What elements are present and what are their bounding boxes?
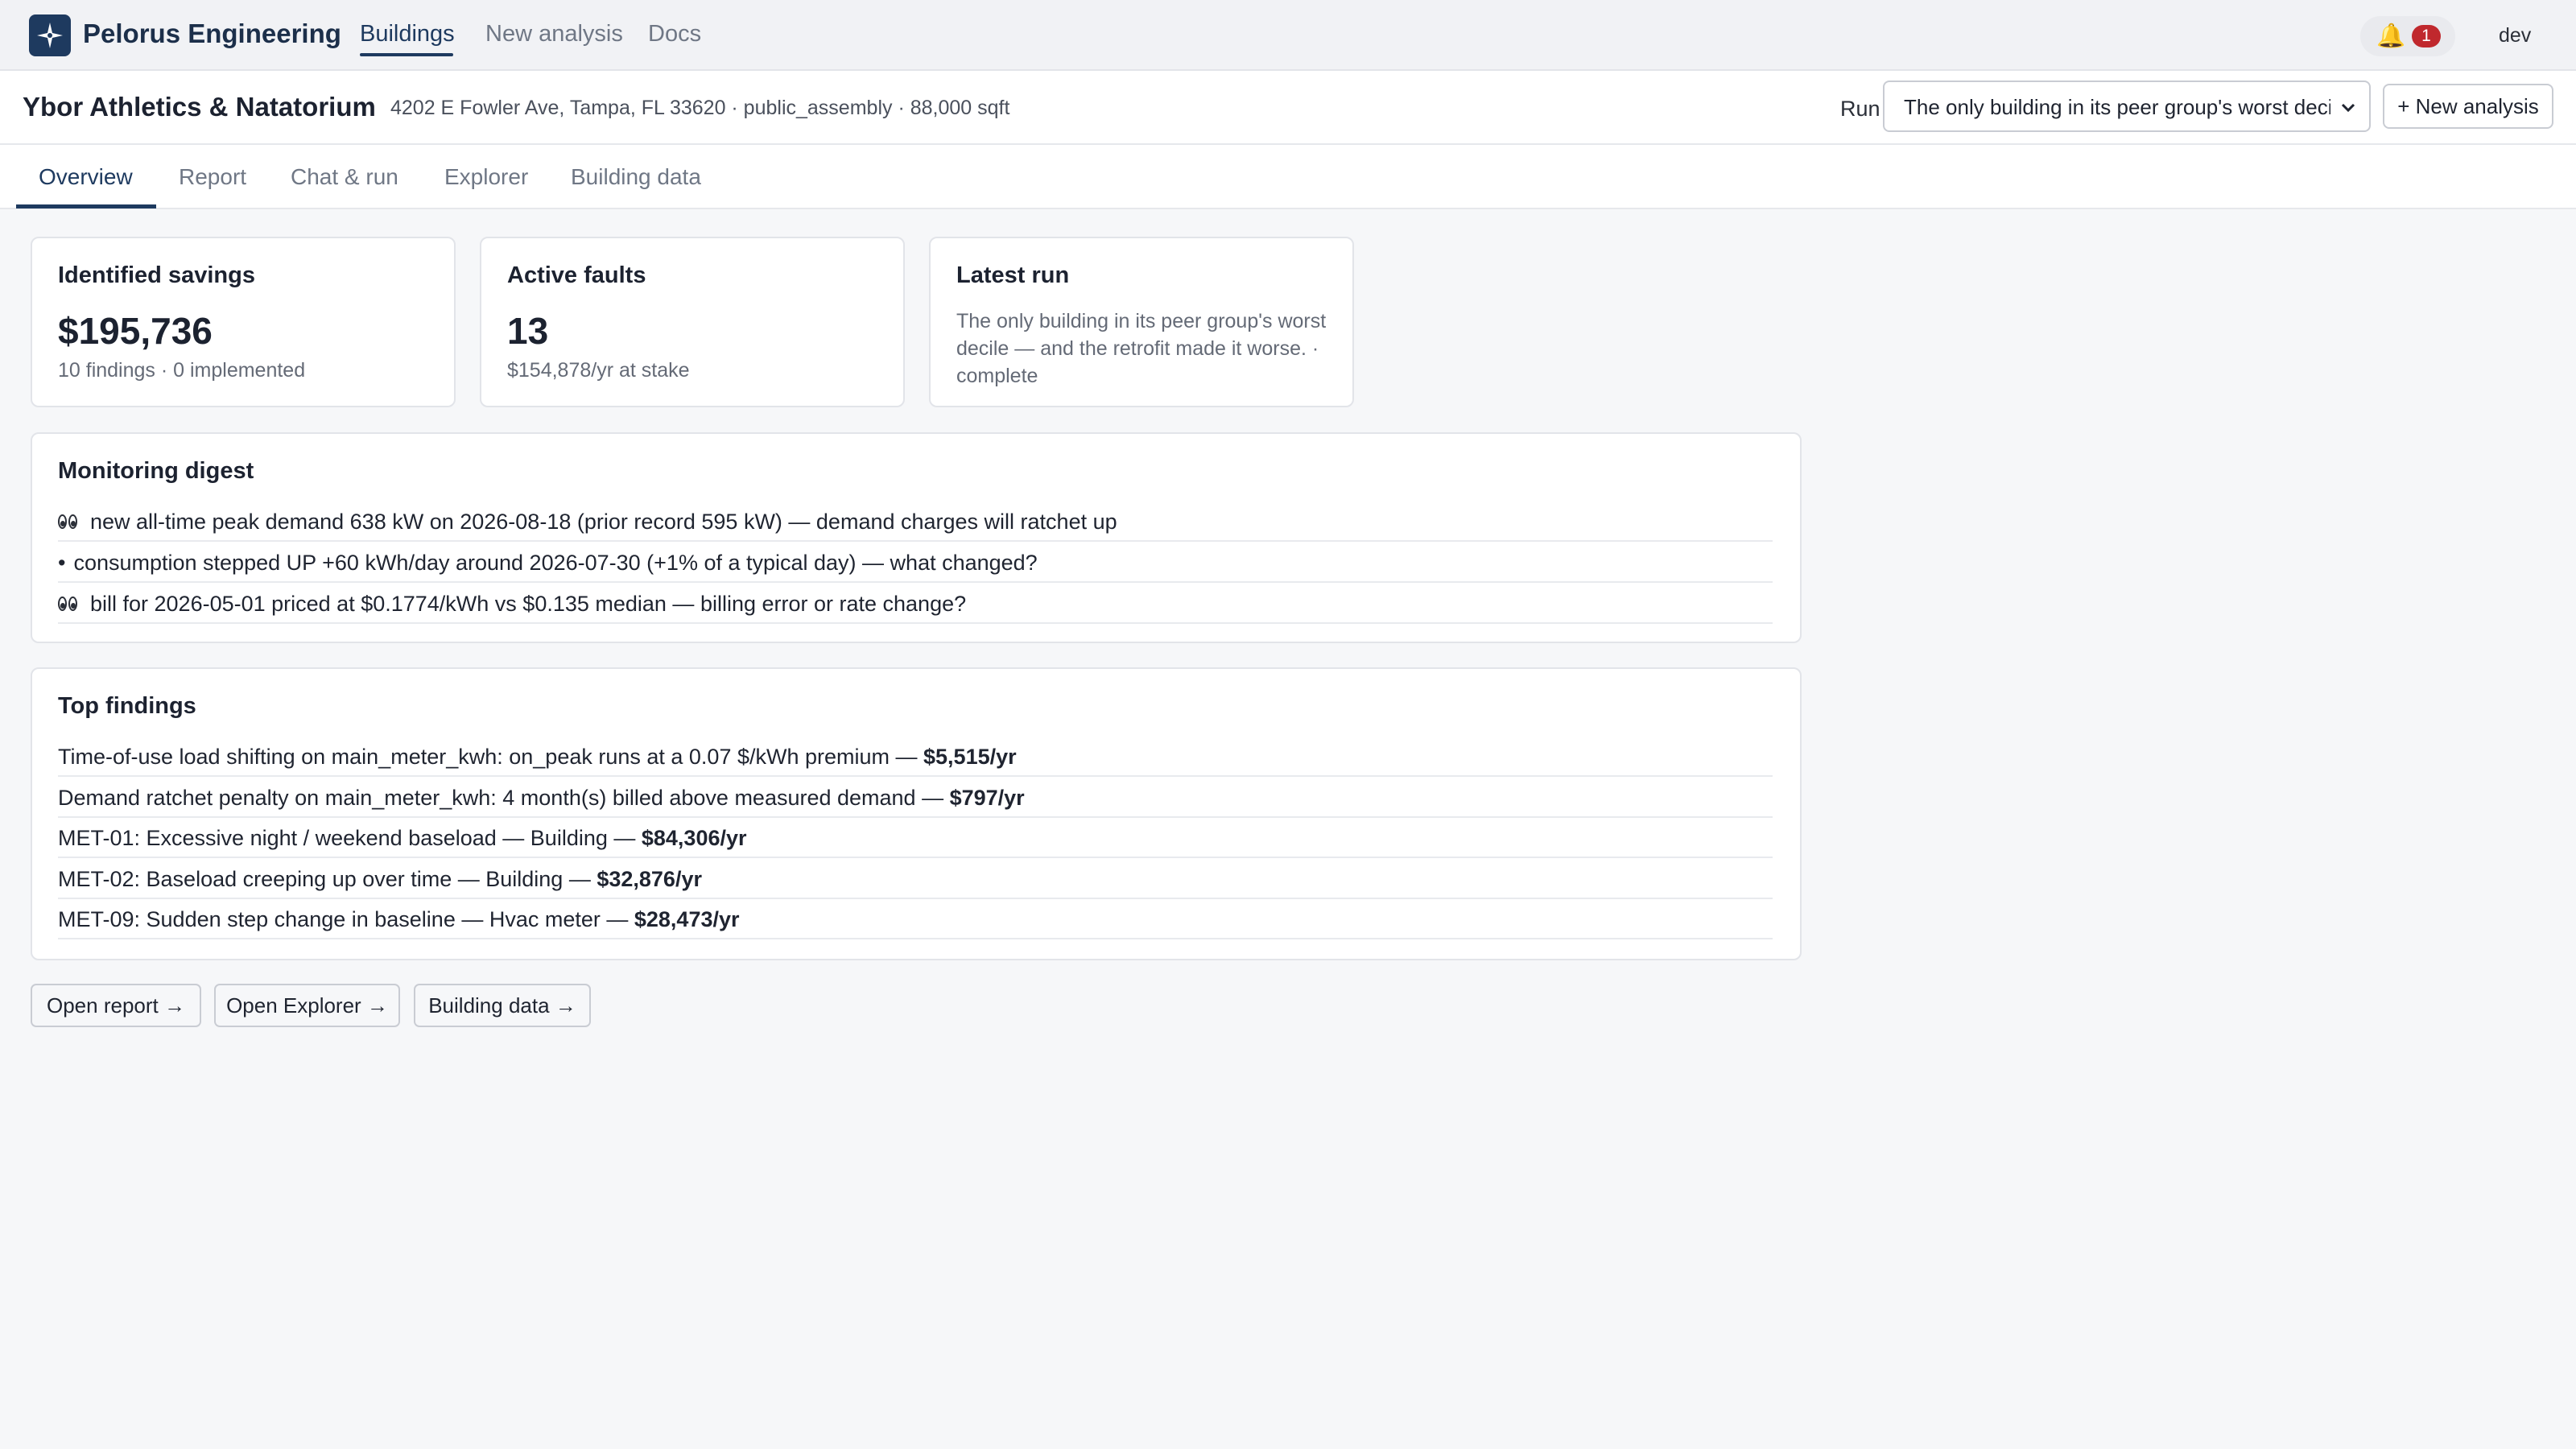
building-data-button[interactable]: Building data → xyxy=(414,984,591,1027)
nav-buildings[interactable]: Buildings xyxy=(360,21,455,47)
run-label: Run xyxy=(1840,97,1880,121)
bell-icon: 🔔 xyxy=(2376,23,2406,49)
finding-text: MET-01: Excessive night / weekend baselo… xyxy=(58,826,642,850)
savings-value: $195,736 xyxy=(58,310,213,352)
finding-amount: $28,473/yr xyxy=(634,907,740,931)
new-analysis-button[interactable]: + New analysis xyxy=(2383,84,2553,129)
notifications-button[interactable]: 🔔 1 xyxy=(2360,16,2455,56)
finding-item[interactable]: MET-09: Sudden step change in baseline —… xyxy=(58,899,1773,939)
tab-overview[interactable]: Overview xyxy=(39,164,133,190)
tab-building-data[interactable]: Building data xyxy=(571,164,701,190)
nav-docs[interactable]: Docs xyxy=(648,21,701,47)
monitoring-digest-panel: Monitoring digest new all-time peak dema… xyxy=(31,432,1802,643)
digest-item: bill for 2026-05-01 priced at $0.1774/kW… xyxy=(58,584,1773,624)
finding-item[interactable]: MET-01: Excessive night / weekend baselo… xyxy=(58,818,1773,858)
digest-item: new all-time peak demand 638 kW on 2026-… xyxy=(58,502,1773,542)
faults-card: Active faults 13 $154,878/yr at stake xyxy=(480,237,905,407)
latest-run-card: Latest run The only building in its peer… xyxy=(929,237,1354,407)
user-menu[interactable]: dev xyxy=(2499,24,2531,47)
digest-item-text: new all-time peak demand 638 kW on 2026-… xyxy=(90,510,1117,534)
run-select-value: The only building in its peer group's wo… xyxy=(1904,95,2330,119)
eyes-icon xyxy=(58,513,79,530)
building-header: Ybor Athletics & Natatorium 4202 E Fowle… xyxy=(0,71,2576,145)
tab-report[interactable]: Report xyxy=(179,164,246,190)
top-app-bar: Pelorus Engineering Buildings New analys… xyxy=(0,0,2576,71)
digest-item-text: bill for 2026-05-01 priced at $0.1774/kW… xyxy=(90,592,967,616)
savings-card: Identified savings $195,736 10 findings … xyxy=(31,237,456,407)
nav-active-indicator xyxy=(360,53,453,56)
finding-amount: $5,515/yr xyxy=(923,745,1017,769)
compass-logo-icon[interactable] xyxy=(29,14,71,56)
digest-title: Monitoring digest xyxy=(58,458,254,484)
finding-text: MET-02: Baseload creeping up over time —… xyxy=(58,867,597,891)
savings-sub: 10 findings · 0 implemented xyxy=(58,359,306,382)
finding-amount: $32,876/yr xyxy=(597,867,702,891)
latest-run-title: Latest run xyxy=(956,262,1070,288)
tab-explorer[interactable]: Explorer xyxy=(444,164,528,190)
brand-name[interactable]: Pelorus Engineering xyxy=(83,19,341,49)
savings-card-title: Identified savings xyxy=(58,262,255,288)
finding-item[interactable]: Demand ratchet penalty on main_meter_kwh… xyxy=(58,778,1773,818)
finding-text: Demand ratchet penalty on main_meter_kwh… xyxy=(58,786,950,810)
bullet-icon: • xyxy=(58,551,66,575)
digest-item: • consumption stepped UP +60 kWh/day arou… xyxy=(58,543,1773,583)
tab-chat-run[interactable]: Chat & run xyxy=(291,164,398,190)
open-explorer-button[interactable]: Open Explorer → xyxy=(214,984,400,1027)
eyes-icon xyxy=(58,595,79,613)
open-report-button[interactable]: Open report → xyxy=(31,984,201,1027)
finding-text: MET-09: Sudden step change in baseline —… xyxy=(58,907,634,931)
notification-count-badge: 1 xyxy=(2412,25,2441,47)
top-findings-panel: Top findings Time-of-use load shifting o… xyxy=(31,667,1802,960)
building-name: Ybor Athletics & Natatorium xyxy=(23,92,376,122)
building-meta: 4202 E Fowler Ave, Tampa, FL 33620 · pub… xyxy=(390,97,1010,119)
faults-value: 13 xyxy=(507,310,549,352)
finding-item[interactable]: Time-of-use load shifting on main_meter_… xyxy=(58,737,1773,777)
tab-bar: Overview Report Chat & run Explorer Buil… xyxy=(0,145,2576,209)
chevron-down-icon xyxy=(2341,103,2355,113)
latest-run-text: The only building in its peer group's wo… xyxy=(956,310,1327,387)
tab-active-indicator xyxy=(16,204,156,208)
finding-item[interactable]: MET-02: Baseload creeping up over time —… xyxy=(58,859,1773,899)
faults-sub: $154,878/yr at stake xyxy=(507,359,690,382)
faults-card-title: Active faults xyxy=(507,262,646,288)
finding-amount: $84,306/yr xyxy=(641,826,747,850)
finding-text: Time-of-use load shifting on main_meter_… xyxy=(58,745,924,769)
digest-item-text: consumption stepped UP +60 kWh/day aroun… xyxy=(73,551,1038,575)
run-select[interactable]: The only building in its peer group's wo… xyxy=(1883,80,2371,132)
finding-amount: $797/yr xyxy=(949,786,1025,810)
nav-new-analysis[interactable]: New analysis xyxy=(485,21,623,47)
findings-title: Top findings xyxy=(58,693,196,719)
